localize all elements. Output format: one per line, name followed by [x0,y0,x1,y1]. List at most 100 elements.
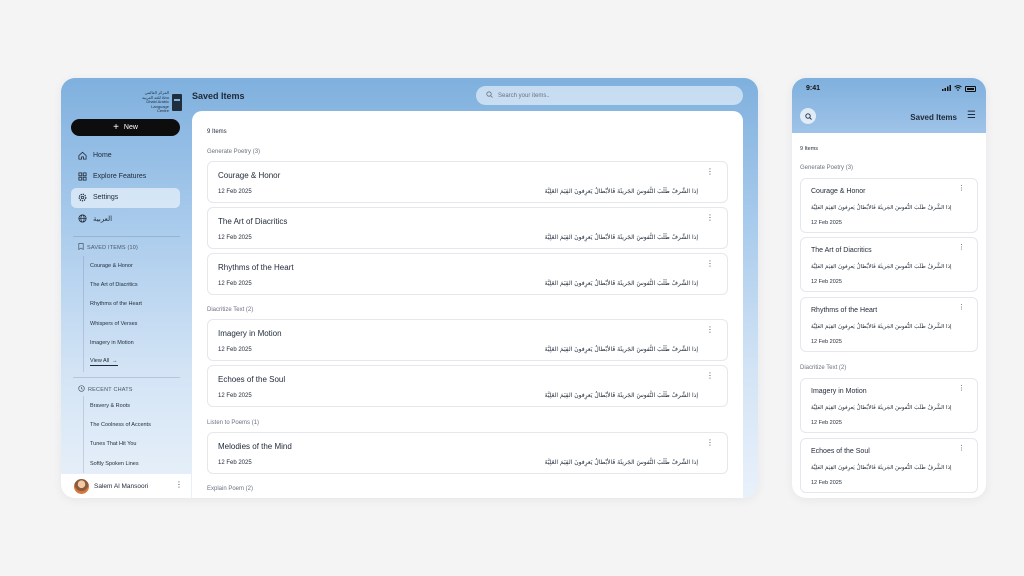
card-arabic-text: إذا الشَّرفُ طَلَبَ النُّفوسَ الجَريئَةَ… [811,205,952,211]
group-title: Generate Poetry (3) [800,165,854,171]
saved-items-heading: SAVED ITEMS (10) [78,243,138,252]
saved-item-card[interactable]: Imagery in Motion 12 Feb 2025 إذا الشَّر… [207,319,728,361]
group-title: Diacritize Text (2) [207,307,254,313]
more-vertical-icon[interactable]: ⋮ [706,168,714,176]
saved-item-card[interactable]: Courage & Honor إذا الشَّرفُ طَلَبَ النُ… [800,178,978,233]
saved-item-card[interactable]: The Art of Diacritics إذا الشَّرفُ طَلَب… [800,237,978,292]
recent-chat-link[interactable]: Bravery & Roots [84,396,179,415]
saved-item-link[interactable]: Courage & Honor [84,256,179,275]
card-title: Echoes of the Soul [811,448,870,455]
user-profile-bar[interactable]: Salem Al Mansoori ⋮ [61,474,191,498]
mobile-app-screen: 9:41 Saved Items ☰ 9 Items Generate Poet… [792,78,986,498]
card-date: 12 Feb 2025 [218,281,252,287]
card-date: 12 Feb 2025 [811,339,842,345]
new-button[interactable]: + New [71,119,180,136]
history-icon [78,385,85,394]
status-icons [942,85,976,93]
saved-item-card[interactable]: Melodies of the Mind 12 Feb 2025 إذا الش… [207,432,728,474]
saved-item-card[interactable]: Rhythms of the Heart إذا الشَّرفُ طَلَبَ… [800,297,978,352]
user-name: Salem Al Mansoori [94,482,149,490]
card-arabic-text: إذا الشَّرفُ طَلَبَ النُّفوسَ الجَريئَةَ… [544,346,698,353]
recent-chat-link[interactable]: Tunes That Hit You [84,435,179,454]
more-vertical-icon[interactable]: ⋮ [706,326,714,334]
more-vertical-icon[interactable]: ⋮ [706,372,714,380]
saved-item-link[interactable]: The Art of Diacritics [84,275,179,294]
logo-mark-icon [172,93,182,111]
saved-item-card[interactable]: Echoes of the Soul إذا الشَّرفُ طَلَبَ ا… [800,438,978,493]
mobile-header: 9:41 Saved Items ☰ [792,78,986,133]
saved-item-link[interactable]: Whispers of Verses [84,314,179,333]
group-title: Generate Poetry (3) [207,149,261,155]
more-vertical-icon[interactable]: ⋮ [175,481,183,489]
saved-item-link[interactable]: Rhythms of the Heart [84,295,179,314]
group-title: Diacritize Text (2) [800,365,847,371]
sidebar-item-home[interactable]: Home [71,145,180,165]
recent-chat-link[interactable]: Softly Spoken Lines [84,454,179,473]
battery-icon [965,86,976,92]
sidebar-nav: Home Explore Features Settings العربية [71,145,180,230]
saved-item-card[interactable]: Echoes of the Soul 12 Feb 2025 إذا الشَّ… [207,365,728,407]
desktop-app-window: المركز العالمي للغة العربية Abu Dhabi Ar… [61,78,758,498]
more-vertical-icon[interactable]: ⋮ [958,445,965,452]
card-date: 12 Feb 2025 [811,420,842,426]
page-title: Saved Items [192,91,245,101]
card-date: 12 Feb 2025 [811,480,842,486]
card-date: 12 Feb 2025 [218,347,252,353]
saved-item-card[interactable]: Imagery in Motion إذا الشَّرفُ طَلَبَ ال… [800,378,978,433]
search-input[interactable]: Search your items.. [476,86,743,105]
card-arabic-text: إذا الشَّرفُ طَلَبَ النُّفوسَ الجَريئَةَ… [811,324,952,330]
card-arabic-text: إذا الشَّرفُ طَلَبَ النُّفوسَ الجَريئَةَ… [544,392,698,399]
card-arabic-text: إذا الشَّرفُ طَلَبَ النُّفوسَ الجَريئَةَ… [544,280,698,287]
sidebar: المركز العالمي للغة العربية Abu Dhabi Ar… [61,78,191,498]
card-title: Rhythms of the Heart [811,307,878,314]
items-count: 9 Items [800,146,819,152]
search-icon [804,107,812,125]
saved-items-heading-label: SAVED ITEMS (10) [87,244,139,251]
mobile-page-title: Saved Items [910,113,957,122]
new-button-label: New [123,124,138,131]
home-icon [77,150,87,160]
sidebar-item-label: العربية [93,215,113,223]
more-vertical-icon[interactable]: ⋮ [958,304,965,311]
card-title: The Art of Diacritics [218,217,288,226]
sidebar-divider [73,236,180,237]
brand-logo[interactable]: المركز العالمي للغة العربية Abu Dhabi Ar… [139,90,182,114]
saved-item-card[interactable]: Courage & Honor 12 Feb 2025 إذا الشَّرفُ… [207,161,728,203]
gear-icon [77,193,87,203]
sidebar-item-label: Home [93,151,112,159]
card-title: Imagery in Motion [811,388,867,395]
more-vertical-icon[interactable]: ⋮ [958,244,965,251]
card-date: 12 Feb 2025 [811,279,842,285]
more-vertical-icon[interactable]: ⋮ [706,260,714,268]
view-all-label: View All [90,358,110,365]
group-title: Explain Poem (2) [207,486,254,492]
card-date: 12 Feb 2025 [218,393,252,399]
card-date: 12 Feb 2025 [811,220,842,226]
logo-text: المركز العالمي للغة العربية Abu Dhabi Ar… [142,90,169,113]
sidebar-item-settings[interactable]: Settings [71,187,180,208]
mobile-search-button[interactable] [800,108,816,124]
card-date: 12 Feb 2025 [218,235,252,241]
sidebar-item-language[interactable]: العربية [71,209,180,229]
saved-item-card[interactable]: The Art of Diacritics 12 Feb 2025 إذا ال… [207,207,728,249]
card-title: Courage & Honor [218,171,281,180]
saved-item-link[interactable]: Imagery in Motion [84,333,179,352]
sidebar-item-explore-features[interactable]: Explore Features [71,166,180,186]
card-title: Echoes of the Soul [218,375,286,384]
card-arabic-text: إذا الشَّرفُ طَلَبَ النُّفوسَ الجَريئَةَ… [811,465,952,471]
more-vertical-icon[interactable]: ⋮ [706,439,714,447]
card-date: 12 Feb 2025 [218,189,252,195]
hamburger-menu-icon[interactable]: ☰ [967,110,976,121]
recent-chat-link[interactable]: The Coolness of Accents [84,415,179,434]
wifi-icon [954,85,962,93]
saved-items-list: Courage & Honor The Art of Diacritics Rh… [83,256,179,372]
recent-chats-heading: RECENT CHATS [78,385,133,394]
view-all-row: View All → [84,352,179,371]
card-arabic-text: إذا الشَّرفُ طَلَبَ النُّفوسَ الجَريئَةَ… [811,264,952,270]
more-vertical-icon[interactable]: ⋮ [958,385,965,392]
card-arabic-text: إذا الشَّرفُ طَلَبَ النُّفوسَ الجَريئَةَ… [544,234,698,241]
view-all-link[interactable]: View All → [90,358,118,367]
more-vertical-icon[interactable]: ⋮ [706,214,714,222]
saved-item-card[interactable]: Rhythms of the Heart 12 Feb 2025 إذا الش… [207,253,728,295]
more-vertical-icon[interactable]: ⋮ [958,185,965,192]
